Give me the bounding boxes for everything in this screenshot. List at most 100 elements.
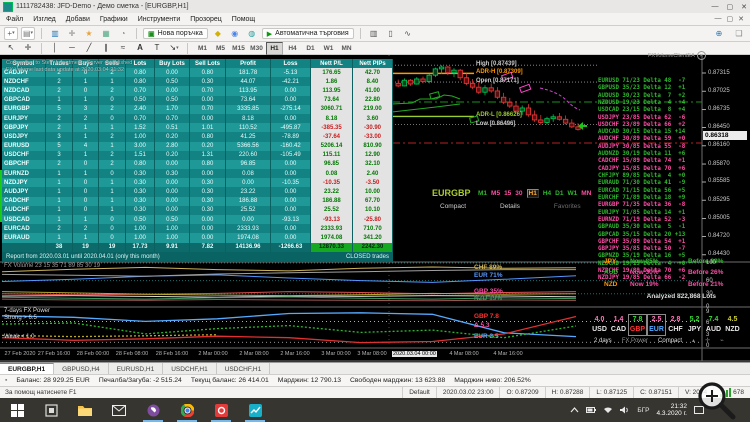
line-chart-icon[interactable]: ∿ [401, 27, 415, 40]
details-mode-button[interactable]: Details [500, 203, 520, 210]
timeframe-button[interactable]: M1 [194, 42, 211, 55]
symbol-switch-item[interactable]: EURAUD 71/30 Delta 41 -9 [598, 180, 685, 187]
report-row[interactable]: CADCHF 1 0 1 0.30 0.00 0.30 186.88 0.00 186.88… [2, 196, 393, 206]
cursor-icon[interactable]: ↖ [4, 42, 18, 55]
profile-name[interactable]: Default [402, 387, 436, 398]
trendline-icon[interactable]: ╱ [82, 42, 96, 55]
zoom-in-icon[interactable]: ⊕ [712, 27, 726, 40]
report-row[interactable]: NZDCHF 2 1 1 0.80 0.50 0.30 44.07 -42.21 1.86 … [2, 77, 393, 87]
report-row[interactable]: GBPCAD 1 1 0 0.50 0.50 0.00 73.64 0.00 73.64 2… [2, 95, 393, 105]
chart-timeframe-button[interactable]: W1 [567, 190, 577, 198]
close-button[interactable]: ✕ [741, 3, 747, 11]
chart-timeframe-button[interactable]: M5 [491, 190, 500, 198]
viber-icon[interactable] [136, 398, 170, 422]
menu-window[interactable]: Прозорец [190, 16, 222, 23]
fx-power-column[interactable]: 2.8 CHF [666, 314, 685, 336]
chevron-up-icon[interactable] [570, 407, 579, 413]
report-row[interactable]: EURGBP 5 3 2 2.40 1.70 0.70 3335.85 -275.14 30… [2, 104, 393, 114]
symbol-switch-item[interactable]: AUDCAD 30/15 Delta 15 +14 [598, 129, 685, 136]
report-row[interactable]: EURAUD 1 1 0 1.00 1.00 0.00 1974.08 0.00 1974.… [2, 233, 393, 243]
symbol-switch-item[interactable]: GBPAUD 35/30 Delta 5 -1 [598, 224, 685, 231]
profiles-button[interactable]: ▤ ▾ [21, 27, 35, 40]
chart-timeframe-button[interactable]: M1 [478, 190, 487, 198]
navigator-icon[interactable]: ★ [82, 27, 96, 40]
symbol-switch-item[interactable]: AUDUSD 30/23 Delta 7 +2 [598, 93, 685, 100]
chart-timeframe-button[interactable]: H4 [543, 190, 551, 198]
report-row[interactable]: GBPCHF 2 0 2 0.80 0.00 0.80 96.85 0.00 96.85 3… [2, 159, 393, 170]
report-row[interactable]: NZDJPY 1 0 1 0.30 0.00 0.30 0.00 -10.35 -10.35… [2, 178, 393, 188]
arrows-tool-icon[interactable]: ↘ ▾ [167, 42, 181, 55]
report-row[interactable]: AUDCHF 1 0 1 0.30 0.00 0.30 25.52 0.00 25.52 1… [2, 205, 393, 215]
timeframe-button[interactable]: M15 [230, 42, 247, 55]
text-tool-icon[interactable]: A [133, 42, 147, 55]
fx-power-column[interactable]: 1.4 CAD [609, 314, 628, 336]
symbol-switch-item[interactable]: EURCHF 71/89 Delta 18 +9 [598, 195, 685, 202]
symbol-switch-item[interactable]: GBPJPY 35/85 Delta 50 -7 [598, 246, 685, 253]
report-row[interactable]: USDJPY 3 1 2 1.00 0.20 0.80 41.25 -78.89 -37.6… [2, 132, 393, 142]
chart-timeframe-button[interactable]: 30 [515, 190, 522, 198]
chat-icon[interactable]: ❑ [732, 27, 746, 40]
timeframe-button[interactable]: W1 [320, 42, 337, 55]
new-chart-button[interactable]: + ▾ [4, 27, 18, 40]
vertical-line-icon[interactable]: │ [48, 42, 62, 55]
chart-timeframe-button[interactable]: 15 [504, 190, 511, 198]
mail-icon[interactable] [102, 398, 136, 422]
close-overlay-icon[interactable]: ✕ [696, 51, 706, 60]
symbol-switch-item[interactable]: EURJPY 71/85 Delta 14 +1 [598, 210, 685, 217]
photos-app-icon[interactable] [204, 398, 238, 422]
child-minimize-button[interactable]: — [715, 15, 722, 23]
symbol-switch-item[interactable]: EURGBP 71/35 Delta 36 -8 [598, 202, 685, 209]
child-restore-button[interactable]: ▢ [727, 15, 734, 23]
report-row[interactable]: GBPJPY 2 1 1 1.52 0.51 1.01 110.52 -495.87 -38… [2, 123, 393, 133]
keyboard-layout[interactable]: БГР [637, 407, 649, 414]
report-row[interactable]: EURJPY 2 2 0 0.70 0.70 0.00 8.18 0.00 8.18 3.6… [2, 113, 393, 124]
symbol-switch-item[interactable]: GBPCHF 35/89 Delta 54 +1 [598, 239, 685, 246]
symbol-switch-item[interactable]: CADCHF 15/89 Delta 74 +1 [598, 158, 685, 165]
fx-power-column[interactable]: 2.5 EUR [647, 314, 666, 336]
timeframe-button[interactable]: D1 [302, 42, 319, 55]
metaeditor-icon[interactable]: ◆ [211, 27, 225, 40]
minimize-button[interactable]: — [712, 3, 719, 11]
news-icon[interactable]: ◍ [245, 27, 259, 40]
timeframe-button[interactable]: H1 [266, 41, 283, 55]
battery-icon[interactable] [586, 406, 597, 414]
symbol-switch-item[interactable]: CHFJPY 89/85 Delta 4 +0 [598, 173, 685, 180]
volume-icon[interactable] [620, 406, 630, 414]
chart-timeframe-button[interactable]: D1 [555, 190, 563, 198]
fibonacci-icon[interactable]: ≈ [116, 42, 130, 55]
symbol-switch-item[interactable]: NZDUSD 19/23 Delta 4 +4 [598, 100, 685, 107]
menu-file[interactable]: Файл [6, 16, 23, 23]
report-row[interactable]: USDCAD 1 1 0 0.50 0.50 0.00 0.00 -93.13 -93.13… [2, 215, 393, 225]
compact-mode-button[interactable]: Compact [440, 203, 466, 210]
power-compact-button[interactable]: Compact [658, 338, 682, 344]
maximize-button[interactable]: ▢ [727, 3, 734, 11]
symbol-switch-item[interactable]: GBPCAD 35/15 Delta 20 +13 [598, 232, 685, 239]
menu-view[interactable]: Изглед [33, 16, 56, 23]
collapse-icon[interactable]: ▴ [692, 337, 695, 344]
chart-timeframe-button[interactable]: MN [581, 190, 591, 198]
timeframe-button[interactable]: M5 [212, 42, 229, 55]
report-row[interactable]: AUDJPY 1 0 1 0.30 0.00 0.30 23.22 0.00 23.22 1… [2, 187, 393, 197]
market-watch-icon[interactable]: ▥ [48, 27, 62, 40]
symbol-switch-item[interactable]: EURCAD 71/15 Delta 56 +5 [598, 188, 685, 195]
horizontal-line-icon[interactable]: ─ [65, 42, 79, 55]
symbol-switch-item[interactable]: AUDNZD 30/19 Delta 11 +6 [598, 151, 685, 158]
child-close-button[interactable]: ✕ [738, 15, 744, 23]
menu-tools[interactable]: Инструменти [138, 16, 181, 23]
timeframe-button[interactable]: MN [338, 42, 355, 55]
fx-power-column[interactable]: 4.0 USD [590, 314, 609, 336]
timeframe-button[interactable]: H4 [284, 42, 301, 55]
symbol-switch-item[interactable]: USDCHF 23/89 Delta 66 +2 [598, 122, 685, 129]
bar-chart-icon[interactable]: ▥ [367, 27, 381, 40]
taskbar-clock[interactable]: 21:32 4.3.2020 г. [657, 403, 688, 418]
new-order-button[interactable]: ▣ Нова поръчка [143, 28, 208, 39]
menu-charts[interactable]: Графики [100, 16, 128, 23]
symbol-switch-item[interactable]: CADJPY 15/85 Delta 70 +6 [598, 166, 685, 173]
file-explorer-icon[interactable] [68, 398, 102, 422]
start-button[interactable] [0, 398, 34, 422]
symbol-switch-item[interactable]: AUDJPY 30/85 Delta 55 -8 [598, 144, 685, 151]
candlestick-chart-icon[interactable]: ▯ [384, 27, 398, 40]
strategy-tester-icon[interactable]: ◔ [116, 27, 130, 40]
report-row[interactable]: EURCAD 2 2 0 1.00 1.00 0.00 2333.93 0.00 2333.… [2, 224, 393, 234]
network-icon[interactable] [603, 406, 613, 414]
